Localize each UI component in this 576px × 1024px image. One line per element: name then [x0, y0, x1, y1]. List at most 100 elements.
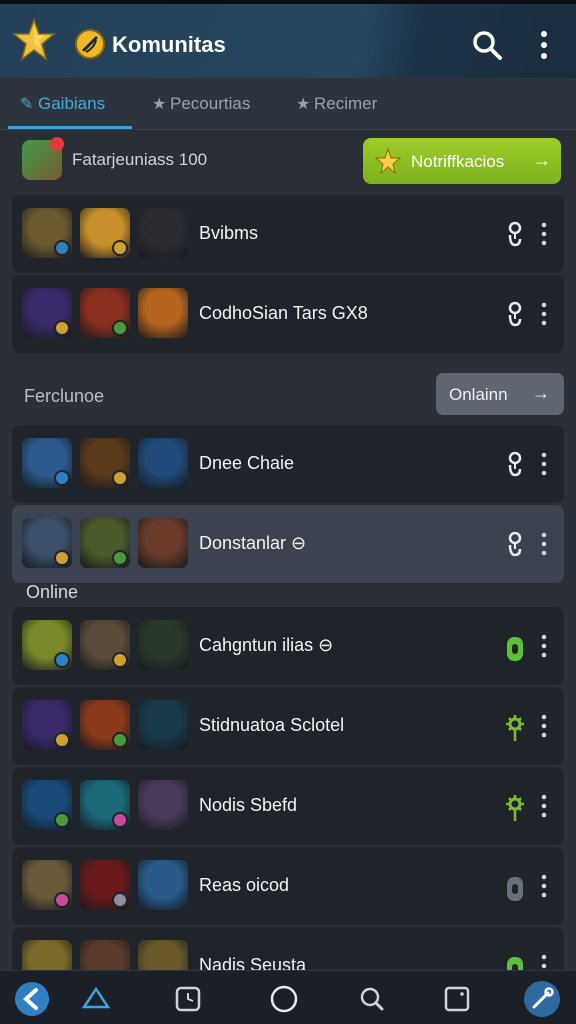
list-item-label: Stidnuatoa Sclotel: [199, 715, 345, 735]
game-avatar[interactable]: [22, 208, 72, 258]
notifications-button[interactable]: Notriffkacios →: [363, 138, 561, 184]
tab-label: Gaibians: [38, 94, 106, 113]
bottom-navigation: [0, 970, 576, 1024]
section-title-online: Online: [26, 582, 79, 602]
platform-badge: [112, 892, 128, 908]
game-avatar[interactable]: [138, 700, 188, 750]
star-icon: ★: [152, 96, 167, 113]
game-avatar[interactable]: [80, 288, 130, 338]
more-vertical-icon[interactable]: [536, 792, 552, 820]
notifications-button-label: Notriffkacios: [411, 152, 505, 171]
list-item-label: Dnee Chaie: [199, 453, 295, 473]
search-icon[interactable]: [470, 28, 504, 62]
list-item[interactable]: CodhoSian Tars GX8: [12, 275, 564, 353]
game-avatar[interactable]: [138, 208, 188, 258]
platform-badge: [54, 652, 70, 668]
platform-badge: [112, 470, 128, 486]
platform-badge: [112, 652, 128, 668]
more-vertical-icon[interactable]: [536, 632, 552, 660]
online-button-label: Onlainn: [449, 385, 508, 404]
platform-badge: [112, 732, 128, 748]
more-vertical-icon[interactable]: [530, 28, 558, 62]
more-vertical-icon[interactable]: [536, 300, 552, 328]
platform-badge: [112, 320, 128, 336]
more-vertical-icon[interactable]: [536, 530, 552, 558]
square-icon[interactable]: [437, 979, 477, 1019]
promo-text: Fatarjeuniass 100: [72, 150, 208, 169]
lock-icon[interactable]: [502, 869, 528, 903]
gear-icon[interactable]: [502, 789, 528, 823]
tab-bar: ✎ Gaibians ★ Pecourtias ★ Recimer: [0, 78, 576, 130]
game-avatar[interactable]: [138, 860, 188, 910]
game-avatar[interactable]: [22, 700, 72, 750]
link-icon[interactable]: [502, 447, 528, 481]
more-vertical-icon[interactable]: [536, 872, 552, 900]
platform-badge: [112, 550, 128, 566]
list-item[interactable]: Donstanlar ⊖: [12, 505, 564, 583]
game-avatar[interactable]: [138, 518, 188, 568]
game-avatar[interactable]: [80, 700, 130, 750]
more-vertical-icon[interactable]: [536, 220, 552, 248]
game-avatar[interactable]: [138, 288, 188, 338]
list-item-label: Cahgntun ilias ⊖: [199, 635, 334, 655]
game-avatar[interactable]: [22, 288, 72, 338]
platform-badge: [54, 240, 70, 256]
game-avatar[interactable]: [22, 518, 72, 568]
tab-gaibians[interactable]: ✎ Gaibians: [20, 94, 105, 118]
pen-icon: ✎: [20, 96, 34, 113]
game-avatar[interactable]: [80, 780, 130, 830]
game-avatar[interactable]: [80, 620, 130, 670]
list-item[interactable]: Reas oicod: [12, 847, 564, 925]
list-item[interactable]: Dnee Chaie: [12, 425, 564, 503]
link-icon[interactable]: [502, 297, 528, 331]
game-avatar[interactable]: [138, 780, 188, 830]
list-item-label: Donstanlar ⊖: [199, 533, 307, 553]
game-avatar[interactable]: [80, 518, 130, 568]
game-avatar[interactable]: [138, 438, 188, 488]
community-logo-icon: [75, 29, 105, 59]
section-title-featured: Ferclunoe: [24, 386, 105, 406]
gear-icon[interactable]: [502, 709, 528, 743]
tab-pecourtias[interactable]: ★ Pecourtias: [152, 94, 250, 118]
game-avatar[interactable]: [80, 438, 130, 488]
back-icon[interactable]: [12, 979, 52, 1019]
link-icon[interactable]: [502, 527, 528, 561]
online-button[interactable]: Onlainn →: [436, 373, 564, 415]
app-header: Komunitas: [0, 0, 576, 78]
list-item-label: Reas oicod: [199, 875, 290, 895]
tab-recimer[interactable]: ★ Recimer: [296, 94, 377, 118]
more-vertical-icon[interactable]: [536, 450, 552, 478]
star-logo-icon: [12, 18, 56, 61]
platform-badge: [54, 812, 70, 828]
platform-badge: [54, 550, 70, 566]
list-item[interactable]: Cahgntun ilias ⊖: [12, 607, 564, 685]
arrow-right-icon: →: [532, 383, 550, 403]
tools-icon[interactable]: [522, 979, 562, 1019]
triangle-icon[interactable]: [76, 979, 116, 1019]
platform-badge: [112, 240, 128, 256]
list-item[interactable]: Bvibms: [12, 195, 564, 273]
game-avatar[interactable]: [80, 860, 130, 910]
app-title: Komunitas: [112, 32, 226, 57]
game-avatar[interactable]: [80, 208, 130, 258]
game-avatar[interactable]: [22, 860, 72, 910]
notification-badge: [50, 137, 64, 151]
platform-badge: [54, 470, 70, 486]
list-item[interactable]: Stidnuatoa Sclotel: [12, 687, 564, 765]
game-avatar[interactable]: [138, 620, 188, 670]
game-avatar[interactable]: [22, 620, 72, 670]
platform-badge: [54, 732, 70, 748]
more-vertical-icon[interactable]: [536, 712, 552, 740]
lock-icon[interactable]: [502, 629, 528, 663]
list-item[interactable]: Nodis Sbefd: [12, 767, 564, 845]
search-icon[interactable]: [352, 979, 392, 1019]
list-item-label: CodhoSian Tars GX8: [199, 303, 368, 323]
game-avatar[interactable]: [22, 438, 72, 488]
game-avatar[interactable]: [22, 780, 72, 830]
tab-label: Pecourtias: [170, 94, 251, 113]
home-circle-icon[interactable]: [264, 979, 304, 1019]
link-icon[interactable]: [502, 217, 528, 251]
star-icon: [375, 148, 401, 174]
clock-square-icon[interactable]: [168, 979, 208, 1019]
star-icon: ★: [296, 96, 311, 113]
